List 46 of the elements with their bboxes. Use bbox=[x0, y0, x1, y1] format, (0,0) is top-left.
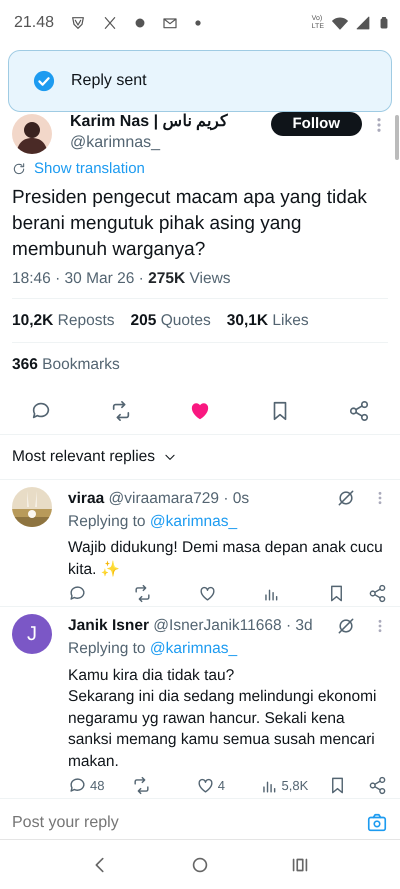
mention-link[interactable]: @karimnas_ bbox=[150, 640, 238, 658]
tweet-timestamp: 18:46 · 30 Mar 26 · 275K Views bbox=[12, 268, 232, 288]
reply-header: Janik Isner @IsnerJanik11668 · 3d bbox=[68, 616, 313, 636]
scrollbar bbox=[395, 115, 399, 160]
tweet-text: Presiden pengecut macam apa yang tidak berani mengutuk pihak asing yang membunuh warganya? bbox=[12, 186, 368, 262]
reply-text: Wajib didukung! Demi masa depan anak cucu kita. ✨ bbox=[68, 538, 384, 580]
dot-icon bbox=[194, 19, 202, 27]
author-name: Karim Nas | كريم ناس bbox=[70, 112, 229, 132]
share-icon[interactable] bbox=[368, 584, 387, 603]
repost-icon[interactable] bbox=[132, 776, 151, 796]
show-translation-link[interactable]: Show translation bbox=[34, 158, 145, 180]
wifi-icon bbox=[332, 15, 348, 31]
translate-icon bbox=[12, 162, 26, 176]
reply-header: viraa @viraamara729 · 0s bbox=[68, 488, 250, 508]
share-icon[interactable] bbox=[348, 400, 370, 422]
share-icon[interactable] bbox=[368, 776, 387, 796]
signal-icon bbox=[356, 16, 370, 30]
action-count: 5,8K bbox=[282, 777, 308, 795]
follow-button[interactable]: Follow bbox=[270, 112, 362, 136]
replying-to-text: Replying to @karimnas_ bbox=[68, 639, 238, 660]
action-count: 4 bbox=[218, 777, 225, 795]
check-circle-icon bbox=[33, 70, 55, 92]
stat-text: 10,2K Reposts bbox=[12, 310, 115, 331]
shield-icon bbox=[70, 15, 86, 31]
circle-icon bbox=[134, 17, 146, 29]
replying-to-text: Replying to @karimnas_ bbox=[68, 512, 238, 532]
status-time: 21.48 bbox=[14, 13, 54, 33]
stat-text: 205 Quotes bbox=[130, 310, 211, 331]
action-count: 48 bbox=[90, 777, 104, 795]
author-handle: @karimnas_ bbox=[70, 133, 162, 153]
reply-input[interactable]: Post your reply bbox=[12, 811, 366, 835]
heart-icon[interactable] bbox=[198, 584, 217, 603]
slash-circle-icon[interactable] bbox=[336, 488, 356, 508]
slash-circle-icon[interactable] bbox=[336, 616, 356, 636]
heart-icon[interactable] bbox=[196, 776, 215, 796]
reply-icon[interactable] bbox=[68, 584, 87, 603]
sort-dropdown[interactable]: Most relevant replies bbox=[12, 445, 156, 468]
avatar: J bbox=[12, 614, 52, 654]
reply-text: Kamu kira dia tidak tau? Sekarang ini dia sedang melindungi ekonomi negaramu yg rawan hancur. Sekali kena sanksi memang kamu semua susah mencari makan. bbox=[68, 666, 378, 772]
repost-icon[interactable] bbox=[132, 584, 152, 603]
stat-text: 30,1K Likes bbox=[226, 310, 309, 331]
bookmarks-text: 366 Bookmarks bbox=[12, 355, 121, 375]
toast-message: Reply sent bbox=[71, 71, 147, 91]
battery-icon bbox=[378, 15, 390, 31]
camera-icon[interactable] bbox=[366, 812, 388, 834]
mention-link[interactable]: @karimnas_ bbox=[150, 512, 238, 530]
